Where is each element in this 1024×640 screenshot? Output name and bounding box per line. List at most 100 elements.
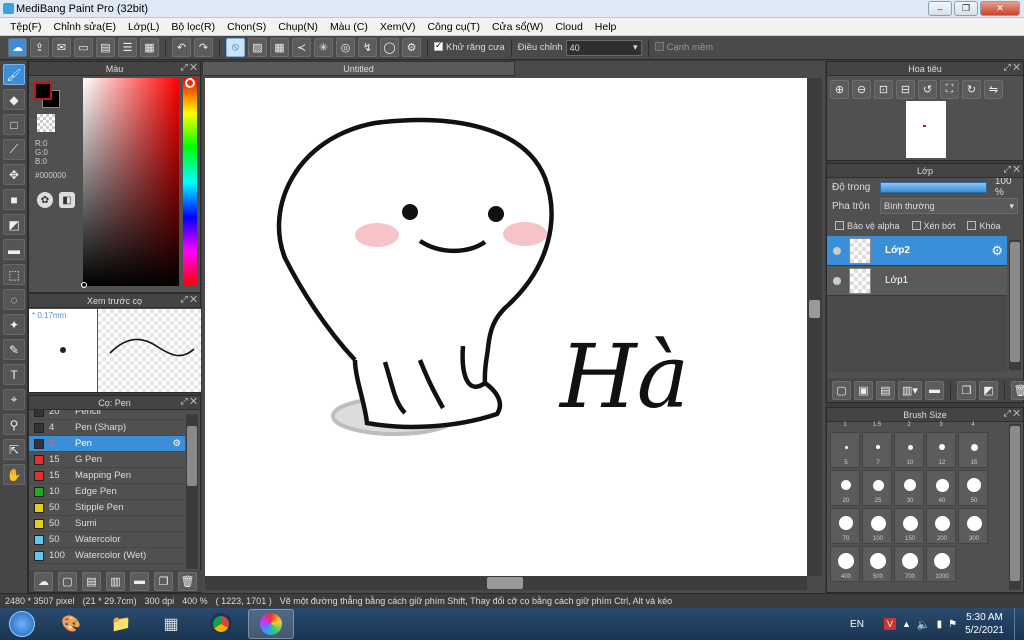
brush-size-option[interactable]: 200 — [926, 508, 956, 544]
share-icon[interactable]: ⇪ — [30, 38, 49, 57]
brush-size-option[interactable]: 10 — [894, 432, 924, 468]
brush-size-option[interactable]: 500 — [862, 546, 892, 582]
snap-settings-icon[interactable]: ⚙ — [402, 38, 421, 57]
horizontal-scrollbar[interactable] — [205, 576, 807, 590]
hue-slider[interactable] — [183, 78, 197, 286]
zoom-in-icon[interactable]: ⊕ — [830, 80, 849, 99]
brush-size-option[interactable]: 25 — [862, 470, 892, 506]
drawing-canvas[interactable]: Hà — [205, 78, 807, 576]
bucket-tool-icon[interactable]: ◩ — [3, 214, 25, 235]
layer-item[interactable]: Lớp1 — [827, 266, 1007, 296]
h-scroll-thumb[interactable] — [487, 577, 523, 589]
visibility-icon[interactable] — [833, 276, 841, 285]
document-tab[interactable]: Untitled — [202, 61, 515, 76]
picker-cursor[interactable] — [81, 282, 87, 288]
brush-item[interactable]: 100 Watercolor (Wet) — [29, 548, 185, 564]
brush-size-option[interactable]: 100 — [862, 508, 892, 544]
lock-toggle[interactable]: Khóa — [967, 221, 1001, 231]
visibility-icon[interactable] — [833, 246, 841, 255]
brush-size-option[interactable]: 400 — [830, 546, 860, 582]
menu-select[interactable]: Chọn(S) — [221, 21, 272, 33]
hand-tool-icon[interactable]: ✋ — [3, 464, 25, 485]
brush-item[interactable]: 2 Pen ⚙ — [29, 436, 185, 452]
shape-tool-icon[interactable]: □ — [3, 114, 25, 135]
brush-size-option[interactable]: 700 — [894, 546, 924, 582]
brush-size-option[interactable]: 7 — [862, 432, 892, 468]
brush-settings-icon[interactable]: ▥ — [106, 571, 125, 591]
trash-icon[interactable]: 🗑 — [178, 571, 197, 591]
new-layer-icon[interactable]: ▢ — [832, 380, 851, 400]
protect-alpha-toggle[interactable]: Bảo vệ alpha — [835, 221, 900, 231]
network-icon[interactable]: ▮ — [937, 619, 943, 630]
maximize-button[interactable]: ❐ — [954, 1, 978, 16]
clipping-toggle[interactable]: Xén bớt — [911, 221, 955, 231]
dot-tool-icon[interactable]: ⟋ — [3, 139, 25, 160]
scroll-thumb[interactable] — [1010, 242, 1020, 362]
fill-rect-tool-icon[interactable]: ■ — [3, 189, 25, 210]
soft-edge-toggle[interactable]: Cạnh mềm — [654, 42, 713, 53]
select-rect-tool-icon[interactable]: ⬚ — [3, 264, 25, 285]
layer-settings-icon[interactable]: ⚙ — [991, 243, 1003, 259]
panel-close-icon[interactable]: ⤢ ✕ — [180, 294, 197, 305]
new-1bit-layer-icon[interactable]: ▤ — [876, 380, 895, 400]
adjust-select[interactable]: 40 ▾ — [565, 39, 642, 56]
cloud-icon[interactable]: ☁ — [8, 38, 27, 57]
list-icon[interactable]: ☰ — [118, 38, 137, 57]
panel-close-icon[interactable]: ⤢ ✕ — [1003, 164, 1020, 175]
brush-size-option[interactable]: 30 — [894, 470, 924, 506]
menu-file[interactable]: Tệp(F) — [4, 21, 48, 33]
brush-size-option[interactable]: 50 — [958, 470, 988, 506]
language-indicator[interactable]: EN — [850, 619, 864, 630]
add-brush-icon[interactable]: ▤ — [82, 571, 101, 591]
color-swatches[interactable] — [34, 82, 64, 112]
minimize-button[interactable]: – — [928, 1, 952, 16]
clock[interactable]: 5:30 AM 5/2/2021 — [965, 611, 1004, 637]
lasso-tool-icon[interactable]: ◌ — [3, 289, 25, 310]
menu-cloud[interactable]: Cloud — [549, 21, 588, 33]
circle-snap-icon[interactable]: ◎ — [336, 38, 355, 57]
brush-item[interactable]: 50 Stipple Pen — [29, 500, 185, 516]
ellipse-snap-icon[interactable]: ◯ — [380, 38, 399, 57]
blend-mode-select[interactable]: Bình thường ▾ — [880, 198, 1018, 214]
actual-size-icon[interactable]: ⊟ — [896, 80, 915, 99]
magic-wand-tool-icon[interactable]: ✦ — [3, 314, 25, 335]
layer-folder-icon[interactable]: ▬ — [925, 380, 944, 400]
panel-close-icon[interactable]: ⤢ ✕ — [1003, 62, 1020, 73]
menu-color[interactable]: Màu (C) — [324, 21, 374, 33]
menu-filter[interactable]: Bộ lọc(R) — [165, 21, 221, 33]
scroll-thumb[interactable] — [187, 426, 197, 486]
antivirus-icon[interactable]: V — [883, 618, 896, 630]
undo-icon[interactable]: ↶ — [172, 38, 191, 57]
menu-snap[interactable]: Chụp(N) — [272, 21, 324, 33]
panel-close-icon[interactable]: ⤢ ✕ — [180, 62, 197, 73]
antialias-checkbox[interactable] — [434, 40, 443, 51]
merge-layer-icon[interactable]: ◩ — [979, 380, 998, 400]
brush-item[interactable]: 20 Pencil — [29, 410, 185, 420]
scroll-thumb[interactable] — [1010, 426, 1020, 581]
color-mode-icon[interactable]: ◧ — [59, 192, 75, 208]
brush-tool-icon[interactable]: 🖌 — [3, 64, 25, 85]
duplicate-layer-icon[interactable]: ❐ — [957, 380, 976, 400]
transparent-color-icon[interactable] — [37, 114, 55, 132]
chat-icon[interactable]: ▭ — [74, 38, 93, 57]
brush-settings-icon[interactable]: ⚙ — [172, 438, 181, 449]
taskbar-paint-icon[interactable]: 🎨 — [48, 609, 94, 639]
brush-size-option[interactable]: 1000 — [926, 546, 956, 582]
new-brush-icon[interactable]: ▢ — [58, 571, 77, 591]
brush-item[interactable]: 50 Sumi — [29, 516, 185, 532]
hue-handle[interactable] — [185, 78, 195, 88]
new-8bit-layer-icon[interactable]: ▣ — [854, 380, 873, 400]
menu-view[interactable]: Xem(V) — [374, 21, 422, 33]
snap-off-icon[interactable]: ⦸ — [226, 38, 245, 57]
flag-icon[interactable]: ⚑ — [948, 619, 957, 630]
tray-expand-icon[interactable]: ▲ — [902, 619, 911, 629]
perspective-snap-icon[interactable]: ≺ — [292, 38, 311, 57]
layout-icon[interactable]: ▦ — [140, 38, 159, 57]
lock-checkbox[interactable] — [967, 221, 977, 230]
volume-icon[interactable]: 🔈 — [917, 618, 931, 631]
menu-edit[interactable]: Chỉnh sửa(E) — [48, 21, 122, 33]
taskbar-apps-icon[interactable]: ▦ — [148, 609, 194, 639]
move-tool-icon[interactable]: ✥ — [3, 164, 25, 185]
saturation-value-picker[interactable] — [81, 78, 179, 288]
operation-tool-icon[interactable]: ⇱ — [3, 439, 25, 460]
